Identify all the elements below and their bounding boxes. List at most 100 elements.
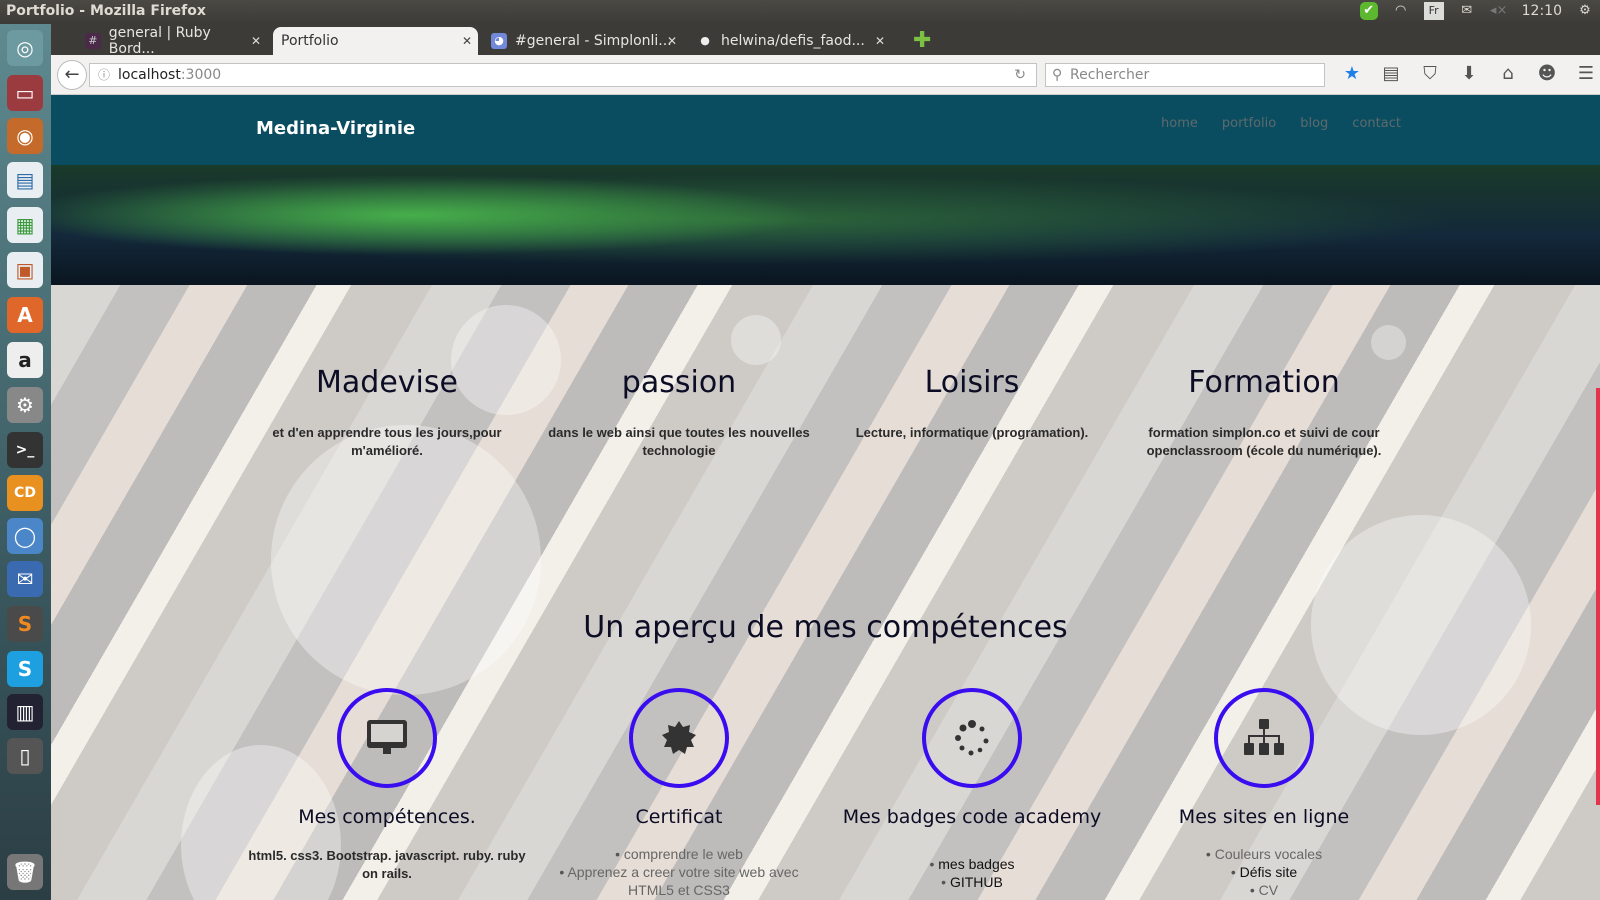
nav-blog[interactable]: blog (1300, 116, 1328, 131)
list-link[interactable]: Défis site (1124, 863, 1404, 881)
tab-label: Portfolio (281, 33, 339, 49)
skill-title: Mes compétences. (298, 806, 476, 828)
nav-contact[interactable]: contact (1352, 116, 1401, 131)
ubuntu-dash-icon[interactable]: ◎ (7, 30, 43, 66)
virtualbox-icon[interactable]: ▥ (7, 694, 43, 730)
reading-list-icon[interactable]: ▤ (1380, 63, 1402, 84)
list-link[interactable]: GITHUB (832, 873, 1112, 891)
intro-column: Madevise et d'en apprendre tous les jours… (252, 365, 522, 460)
site-header: Medina-Virginie home portfolio blog cont… (51, 95, 1600, 165)
chromium-icon[interactable]: ◯ (7, 518, 43, 554)
spinner-icon (955, 720, 989, 756)
trash-icon[interactable]: 🗑 (7, 854, 43, 890)
window-title: Portfolio - Mozilla Firefox (6, 3, 206, 19)
search-icon: ⚲ (1052, 67, 1063, 83)
list-link[interactable]: CV (1124, 881, 1404, 899)
reload-icon[interactable]: ↻ (1014, 64, 1026, 86)
skype-status-icon[interactable]: ✔ (1359, 2, 1378, 20)
bg-bubble (731, 315, 781, 365)
close-tab-icon[interactable]: ✕ (667, 34, 677, 48)
software-center-icon[interactable]: A (7, 297, 43, 333)
url-bar[interactable]: ⓘ localhost:3000 ↻ (89, 63, 1037, 87)
skill-circle (1214, 688, 1314, 788)
home-icon[interactable]: ⌂ (1497, 63, 1519, 84)
sites-list: Couleurs vocalesDéfis siteCV (1124, 845, 1404, 899)
info-icon[interactable]: ⓘ (98, 64, 110, 86)
site-nav: home portfolio blog contact (1161, 116, 1401, 131)
tab-label: general | Ruby Bord... (108, 25, 211, 57)
keyboard-layout[interactable]: Fr (1423, 2, 1444, 20)
pocket-icon[interactable]: ⛉ (1419, 63, 1441, 84)
page-scrollbar[interactable] (1596, 388, 1600, 805)
list-link[interactable]: Couleurs vocales (1124, 845, 1404, 863)
search-placeholder: Rechercher (1070, 67, 1150, 83)
wifi-icon[interactable]: ◠ (1392, 2, 1410, 20)
intro-title: Formation (1188, 365, 1340, 400)
skill-title: Mes sites en ligne (1178, 806, 1350, 828)
menu-icon[interactable]: ☰ (1575, 63, 1597, 84)
tab-discord[interactable]: ◕ #general - Simplonli... ✕ (483, 27, 683, 55)
tab-strip: # general | Ruby Bord... ✕ Portfolio ✕ ◕ #ge… (51, 24, 1600, 57)
writer-icon[interactable]: ▤ (7, 162, 43, 198)
skill-column: Mes badges code academy mes badgesGITHUB (832, 807, 1112, 891)
list-link[interactable]: Apprenez a creer votre site web avec HTM… (539, 863, 819, 899)
desktop-icon (367, 720, 407, 754)
list-link[interactable]: comprendre le web (539, 845, 819, 863)
volume-muted-icon[interactable]: ◂× (1490, 2, 1508, 20)
bookmark-star-icon[interactable]: ★ (1341, 63, 1363, 84)
close-tab-icon[interactable]: ✕ (875, 34, 885, 48)
skill-circle (629, 688, 729, 788)
close-tab-icon[interactable]: ✕ (251, 34, 261, 48)
site-brand[interactable]: Medina-Virginie (256, 118, 415, 139)
intro-title: Loisirs (924, 365, 1020, 400)
skill-column: Certificat comprendre le webApprenez a c… (539, 807, 819, 899)
settings-icon[interactable]: ⚙ (7, 387, 43, 423)
search-input[interactable]: ⚲ Rechercher (1045, 63, 1325, 87)
sublime-icon[interactable]: S (7, 606, 43, 642)
bg-bubble (271, 425, 541, 695)
intro-text: et d'en apprendre tous les jours,pour m'… (272, 425, 502, 458)
unity-launcher: ◎ ▭ ◉ ▤ ▦ ▣ A a ⚙ >_ CD ◯ ✉ S S ▥ ▯ 🗑 (0, 24, 51, 900)
tab-ruby[interactable]: # general | Ruby Bord... ✕ (77, 25, 267, 57)
system-tray: ✔ ◠ Fr ✉ ◂× 12:10 ⚙ (1359, 2, 1594, 20)
intro-column: Loisirs Lecture, informatique (programati… (837, 365, 1107, 442)
nav-home[interactable]: home (1161, 116, 1198, 131)
nav-portfolio[interactable]: portfolio (1222, 116, 1276, 131)
main-content: Madevise et d'en apprendre tous les jours… (51, 285, 1600, 900)
tab-portfolio[interactable]: Portfolio ✕ (273, 27, 478, 55)
discord-icon: ◕ (491, 33, 507, 49)
chat-icon[interactable]: ☻ (1536, 63, 1558, 84)
skill-column: Mes compétences. html5. css3. Bootstrap. … (247, 807, 527, 883)
tab-github[interactable]: ● helwina/defis_faod... ✕ (689, 27, 891, 55)
amazon-icon[interactable]: a (7, 342, 43, 378)
intro-title: passion (621, 365, 737, 400)
firefox-icon[interactable]: ◉ (7, 118, 43, 154)
tab-label: #general - Simplonli... (515, 33, 672, 49)
phone-icon[interactable]: ▯ (7, 738, 43, 774)
download-icon[interactable]: ⬇ (1458, 63, 1480, 84)
intro-column: passion dans le web ainsi que toutes les … (544, 365, 814, 460)
thunderbird-icon[interactable]: ✉ (7, 561, 43, 597)
clock[interactable]: 12:10 (1522, 3, 1562, 19)
hero-aurora-image (51, 165, 1600, 285)
back-button[interactable]: ← (57, 60, 87, 90)
github-icon: ● (700, 34, 710, 47)
terminal-icon[interactable]: >_ (7, 432, 43, 468)
files-icon[interactable]: ▭ (7, 75, 43, 111)
url-host: localhost (118, 67, 181, 83)
mail-icon[interactable]: ✉ (1458, 2, 1476, 20)
calc-icon[interactable]: ▦ (7, 207, 43, 243)
skype-icon[interactable]: S (7, 651, 43, 687)
url-port: :3000 (180, 67, 222, 83)
certificate-icon (662, 721, 696, 754)
web-page: Medina-Virginie home portfolio blog cont… (51, 95, 1600, 900)
bg-bubble (1371, 325, 1406, 360)
intro-text: Lecture, informatique (programation). (855, 425, 1089, 440)
new-tab-plus-icon[interactable]: ✚ (913, 28, 931, 53)
list-link[interactable]: mes badges (832, 855, 1112, 873)
power-gear-icon[interactable]: ⚙ (1576, 2, 1594, 20)
cd-icon[interactable]: CD (7, 475, 43, 511)
close-tab-icon[interactable]: ✕ (462, 34, 472, 48)
os-top-bar: Portfolio - Mozilla Firefox ✔ ◠ Fr ✉ ◂× … (0, 0, 1600, 24)
impress-icon[interactable]: ▣ (7, 252, 43, 288)
